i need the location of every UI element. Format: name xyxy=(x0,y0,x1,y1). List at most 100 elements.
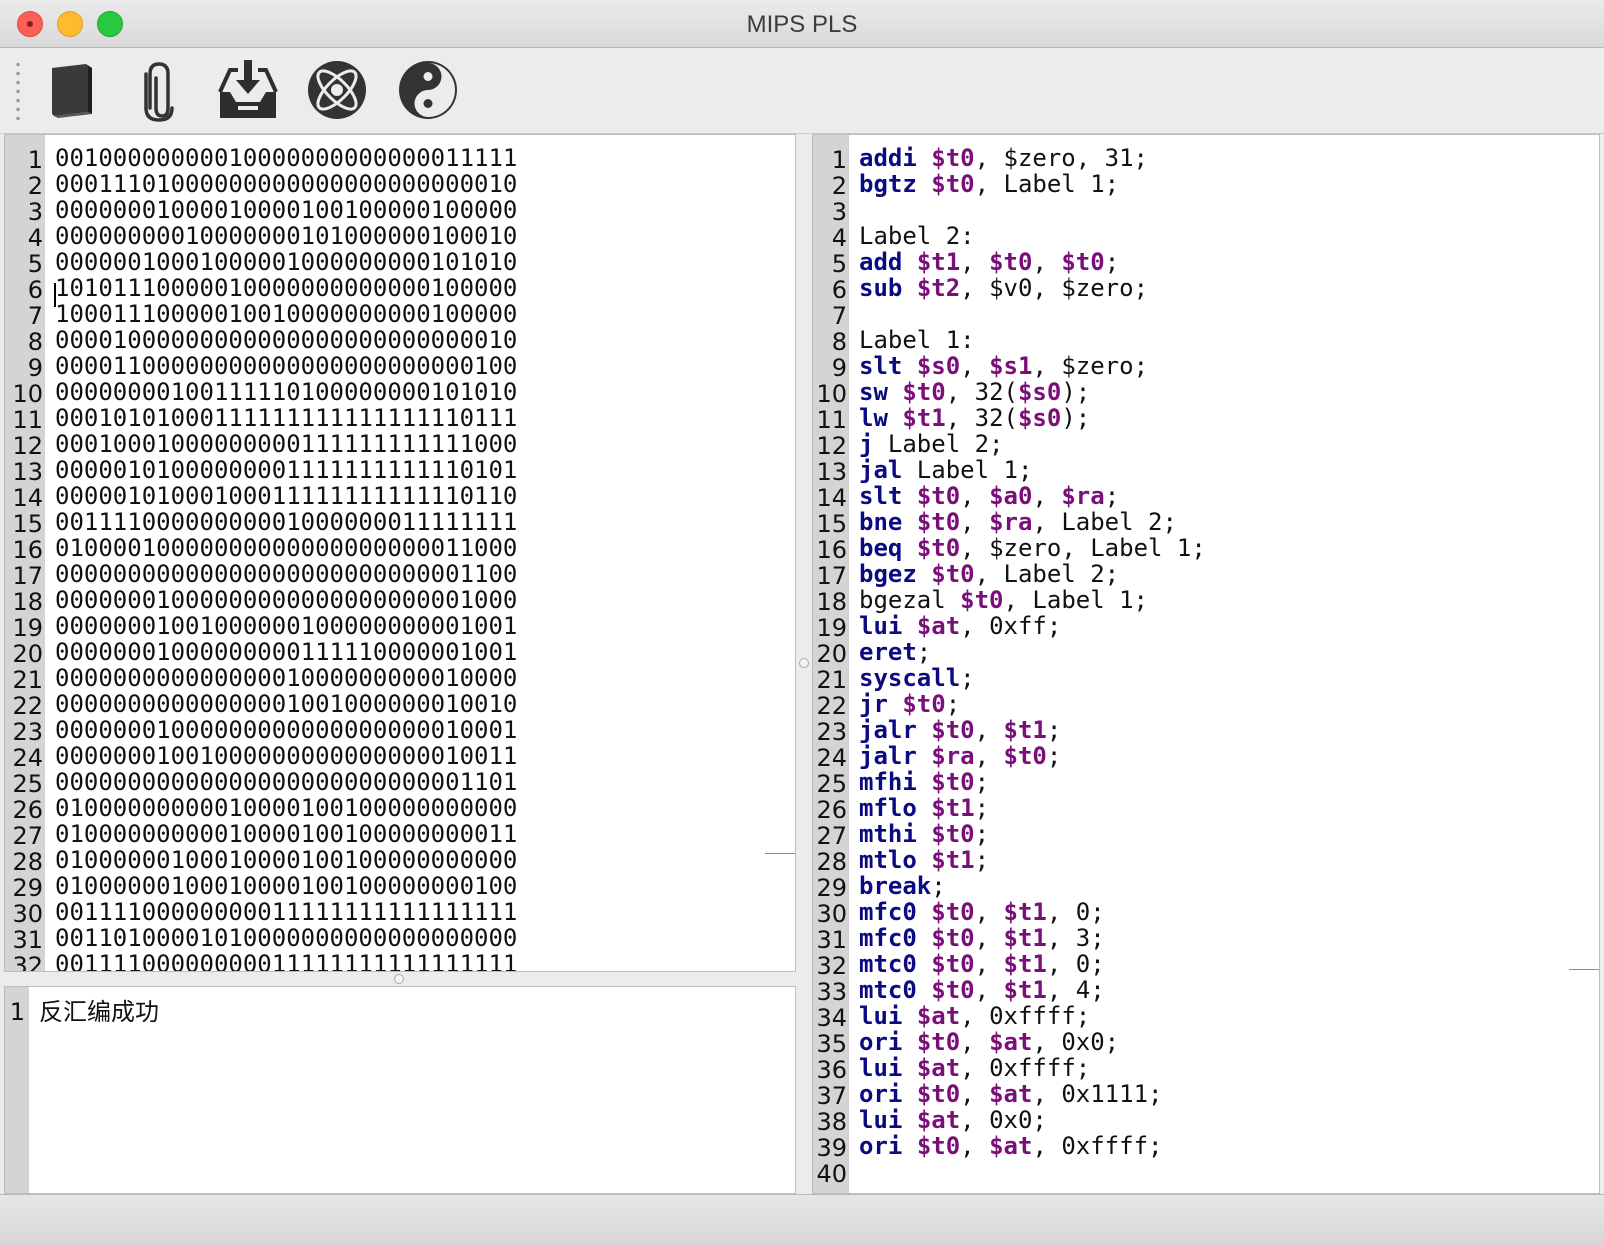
code-line[interactable]: 00000001000010000100100000100000 xyxy=(55,197,517,223)
code-lines[interactable]: 00100000000010000000000000011111 00011101… xyxy=(55,145,517,971)
code-line[interactable]: 01000000100010000100100000000000 xyxy=(55,847,517,873)
splitter-handle[interactable] xyxy=(394,974,404,984)
code-line[interactable]: mfc0 $t0, $t1, 0; xyxy=(859,899,1206,925)
vertical-splitter[interactable] xyxy=(796,134,812,1194)
line-number: 18 xyxy=(12,588,43,616)
code-line[interactable]: 00000001000000000111110000001001 xyxy=(55,639,517,665)
line-number: 19 xyxy=(816,614,847,642)
code-line[interactable]: 反汇编成功 xyxy=(39,997,159,1026)
code-line[interactable]: jr $t0; xyxy=(859,691,1206,717)
code-line[interactable]: jalr $t0, $t1; xyxy=(859,717,1206,743)
code-line[interactable]: lui $at, 0xffff; xyxy=(859,1003,1206,1029)
console-output[interactable]: 1 反汇编成功 xyxy=(4,986,796,1194)
code-line[interactable]: 00000000100111110100000000101010 xyxy=(55,379,517,405)
code-line[interactable]: addi $t0, $zero, 31; xyxy=(859,145,1206,171)
code-line[interactable]: beq $t0, $zero, Label 1; xyxy=(859,535,1206,561)
code-line[interactable]: mtlo $t1; xyxy=(859,847,1206,873)
code-line[interactable]: 00000000000000000000000000001101 xyxy=(55,769,517,795)
code-line[interactable]: 00000001000000000000000000010001 xyxy=(55,717,517,743)
code-line[interactable]: syscall; xyxy=(859,665,1206,691)
attach-button[interactable] xyxy=(124,56,192,124)
code-line[interactable]: mtc0 $t0, $t1, 0; xyxy=(859,951,1206,977)
code-line[interactable]: 00111100000000001000000011111111 xyxy=(55,509,517,535)
code-line[interactable]: 00110100001010000000000000000000 xyxy=(55,925,517,951)
scroll-indicator[interactable] xyxy=(765,853,795,854)
code-line[interactable]: 00000000000000001001000000010010 xyxy=(55,691,517,717)
horizontal-splitter[interactable] xyxy=(4,972,796,986)
code-line[interactable]: ori $t0, $at, 0x0; xyxy=(859,1029,1206,1055)
code-line[interactable]: 01000000100010000100100000000100 xyxy=(55,873,517,899)
code-line[interactable]: ori $t0, $at, 0x1111; xyxy=(859,1081,1206,1107)
code-line[interactable]: 00000001000000000000000000001000 xyxy=(55,587,517,613)
code-line[interactable]: j Label 2; xyxy=(859,431,1206,457)
line-numbers: 1 2 3 4 5 6 7 8 9 10 11 12 13 14 15 16 17 18 19 20 21 22 23 24 2… xyxy=(5,145,43,972)
code-line[interactable]: 10101110000010000000000000100000 xyxy=(55,275,517,301)
code-line[interactable]: Label 2: xyxy=(859,223,1206,249)
window-title: MIPS PLS xyxy=(746,11,858,38)
line-number: 23 xyxy=(12,718,43,746)
toolbar-grip[interactable] xyxy=(16,60,20,120)
code-line[interactable]: 00000000000000000000000000001100 xyxy=(55,561,517,587)
code-line[interactable]: slt $s0, $s1, $zero; xyxy=(859,353,1206,379)
code-line[interactable]: 00100000000010000000000000011111 xyxy=(55,145,517,171)
code-line[interactable] xyxy=(859,301,1206,327)
code-line[interactable]: 00111100000000011111111111111111 xyxy=(55,951,517,971)
code-line[interactable]: 10001110000010010000000000100000 xyxy=(55,301,517,327)
scroll-indicator[interactable] xyxy=(1569,969,1599,970)
code-line[interactable]: jalr $ra, $t0; xyxy=(859,743,1206,769)
code-line[interactable]: jal Label 1; xyxy=(859,457,1206,483)
code-line[interactable]: add $t1, $t0, $t0; xyxy=(859,249,1206,275)
code-line[interactable]: ori $t0, $at, 0xffff; xyxy=(859,1133,1206,1159)
code-line[interactable]: 01000000000010000100100000000011 xyxy=(55,821,517,847)
code-line[interactable]: mtc0 $t0, $t1, 4; xyxy=(859,977,1206,1003)
code-line[interactable]: 00000101000000001111111111110101 xyxy=(55,457,517,483)
code-line[interactable]: 00111100000000011111111111111111 xyxy=(55,899,517,925)
splitter-handle[interactable] xyxy=(799,658,809,668)
code-line[interactable]: sw $t0, 32($s0); xyxy=(859,379,1206,405)
code-line[interactable]: 00000001001000000100000000001001 xyxy=(55,613,517,639)
code-line[interactable]: bgez $t0, Label 2; xyxy=(859,561,1206,587)
code-line[interactable]: 01000000000010000100100000000000 xyxy=(55,795,517,821)
code-line[interactable]: Label 1: xyxy=(859,327,1206,353)
assembly-editor[interactable]: 1 2 3 4 5 6 7 8 9 10 11 12 13 14 15 16 17 18 19 20 21 22 23 24 2… xyxy=(812,134,1600,1194)
line-number: 10 xyxy=(12,380,43,408)
assemble-button[interactable] xyxy=(303,56,371,124)
line-number: 19 xyxy=(12,614,43,642)
code-line[interactable]: 00000000010000000101000000100010 xyxy=(55,223,517,249)
code-line[interactable]: 00011101000000000000000000000010 xyxy=(55,171,517,197)
code-line[interactable]: slt $t0, $a0, $ra; xyxy=(859,483,1206,509)
code-line[interactable]: 00000010001000001000000000101010 xyxy=(55,249,517,275)
code-line[interactable]: mfc0 $t0, $t1, 3; xyxy=(859,925,1206,951)
code-line[interactable]: lw $t1, 32($s0); xyxy=(859,405,1206,431)
code-line[interactable]: break; xyxy=(859,873,1206,899)
code-line[interactable]: 00001100000000000000000000000100 xyxy=(55,353,517,379)
code-line[interactable]: mthi $t0; xyxy=(859,821,1206,847)
open-book-button[interactable] xyxy=(38,56,106,124)
code-line[interactable]: 00000000000000001000000000010000 xyxy=(55,665,517,691)
code-line[interactable]: sub $t2, $v0, $zero; xyxy=(859,275,1206,301)
code-lines[interactable]: addi $t0, $zero, 31; bgtz $t0, Label 1; La… xyxy=(859,145,1206,1185)
code-line[interactable]: 00010001000000000111111111111000 xyxy=(55,431,517,457)
line-number: 39 xyxy=(816,1134,847,1162)
code-line[interactable] xyxy=(859,197,1206,223)
code-line[interactable]: 00000001001000000000000000010011 xyxy=(55,743,517,769)
code-line[interactable]: eret; xyxy=(859,639,1206,665)
disassemble-button[interactable] xyxy=(394,56,462,124)
code-line[interactable]: 00000101000100011111111111110110 xyxy=(55,483,517,509)
machine-code-editor[interactable]: 1 2 3 4 5 6 7 8 9 10 11 12 13 14 15 16 17 18 19 20 21 22 23 24 2… xyxy=(4,134,796,972)
code-line[interactable]: 01000010000000000000000000011000 xyxy=(55,535,517,561)
code-line[interactable]: lui $at, 0x0; xyxy=(859,1107,1206,1133)
code-line[interactable]: lui $at, 0xffff; xyxy=(859,1055,1206,1081)
code-line[interactable]: lui $at, 0xff; xyxy=(859,613,1206,639)
code-line[interactable]: mflo $t1; xyxy=(859,795,1206,821)
save-button[interactable] xyxy=(214,56,282,124)
code-line[interactable] xyxy=(859,1159,1206,1185)
book-icon xyxy=(52,64,92,118)
code-line[interactable]: 00010101000111111111111111110111 xyxy=(55,405,517,431)
line-number: 32 xyxy=(12,952,43,972)
code-line[interactable]: bne $t0, $ra, Label 2; xyxy=(859,509,1206,535)
code-line[interactable]: mfhi $t0; xyxy=(859,769,1206,795)
code-line[interactable]: bgezal $t0, Label 1; xyxy=(859,587,1206,613)
code-line[interactable]: bgtz $t0, Label 1; xyxy=(859,171,1206,197)
code-line[interactable]: 00001000000000000000000000000010 xyxy=(55,327,517,353)
